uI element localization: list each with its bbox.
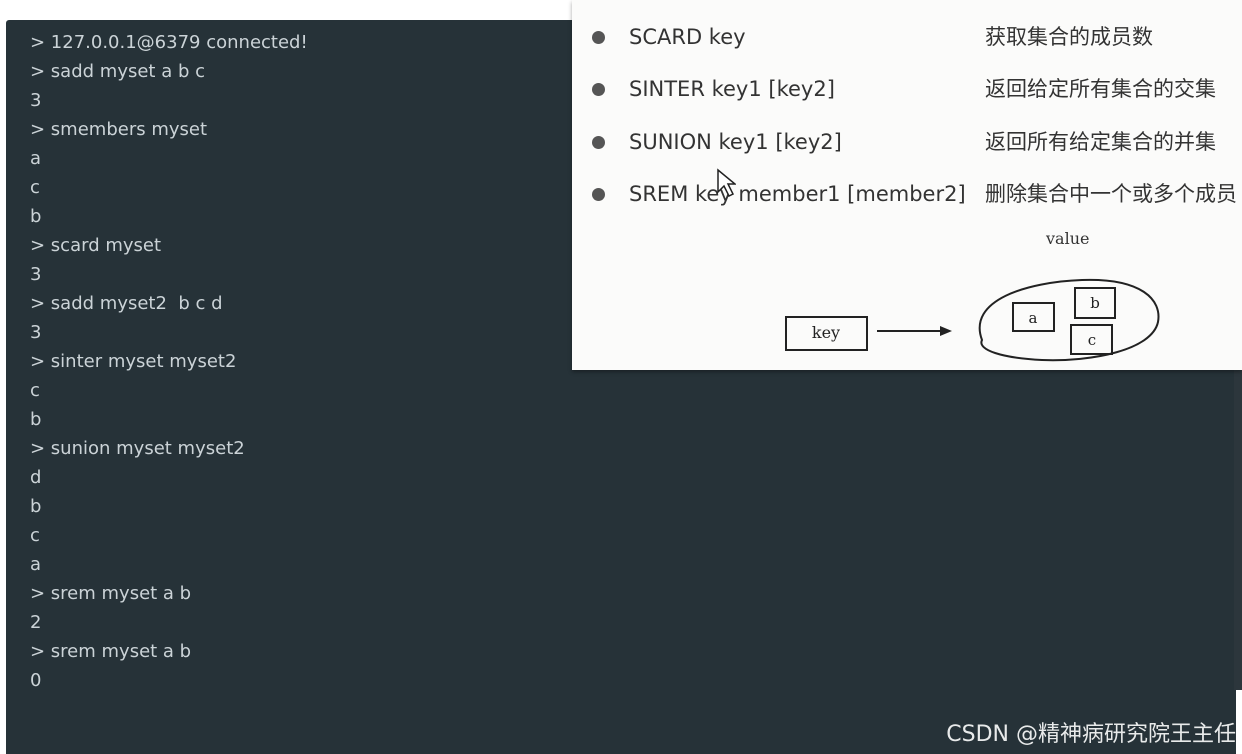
- terminal-line: 3: [30, 90, 42, 111]
- csdn-watermark: CSDN @精神病研究院王主任: [946, 722, 1236, 747]
- terminal-line: > sinter myset myset2: [30, 351, 237, 372]
- diagram-key-text: key: [812, 323, 840, 342]
- terminal-line: a: [30, 148, 42, 169]
- terminal-output: > 127.0.0.1@6379 connected! > sadd myset…: [30, 32, 308, 699]
- terminal-line: c: [30, 177, 40, 198]
- terminal-line: d: [30, 467, 42, 488]
- terminal-line: a: [30, 554, 42, 575]
- terminal-line: 3: [30, 322, 42, 343]
- terminal-line: > sadd myset a b c: [30, 61, 205, 82]
- terminal-line: > smembers myset: [30, 119, 208, 140]
- terminal-line: 3: [30, 264, 42, 285]
- terminal-line: c: [30, 525, 40, 546]
- terminal-line: b: [30, 496, 42, 517]
- terminal-line: b: [30, 206, 42, 227]
- diagram-set-ellipse: [978, 278, 1160, 362]
- diagram-member-text-b: b: [1090, 294, 1100, 312]
- diagram-arrow-head: [940, 326, 952, 336]
- terminal-line: > sadd myset2 b c d: [30, 293, 223, 314]
- diagram-member-text-c: c: [1088, 331, 1096, 349]
- terminal-line: b: [30, 409, 42, 430]
- terminal-line: 2: [30, 612, 42, 633]
- lecture-slide-overlay: SCARD key 获取集合的成员数 SINTER key1 [key2] 返回…: [572, 0, 1242, 370]
- terminal-line: > 127.0.0.1@6379 connected!: [30, 32, 308, 53]
- terminal-line: > srem myset a b: [30, 583, 192, 604]
- terminal-line: > scard myset: [30, 235, 162, 256]
- terminal-line: > sunion myset myset2: [30, 438, 245, 459]
- terminal-scrollbar[interactable]: [1234, 370, 1242, 690]
- diagram-member-text-a: a: [1029, 309, 1038, 327]
- terminal-line: 0: [30, 670, 42, 691]
- mouse-cursor-icon: [717, 168, 736, 198]
- set-diagram: key a b c: [785, 278, 1160, 362]
- terminal-line: > srem myset a b: [30, 641, 192, 662]
- terminal-line: c: [30, 380, 40, 401]
